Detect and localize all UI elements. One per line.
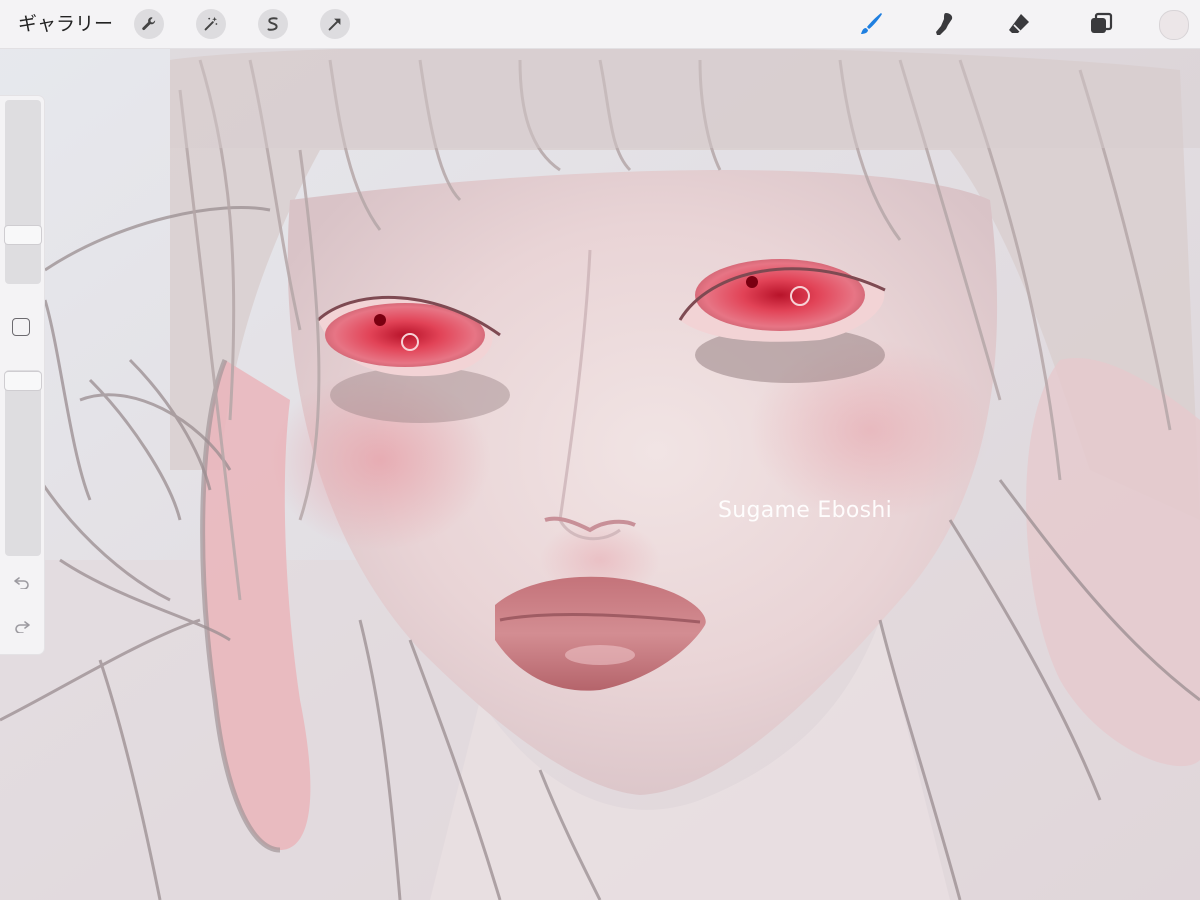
left-sidebar — [0, 96, 44, 654]
undo-arrow-icon — [14, 577, 29, 589]
opacity-slider[interactable] — [5, 370, 41, 556]
smudge-tool-button[interactable] — [930, 9, 960, 39]
eraser-icon — [1009, 14, 1029, 33]
layers-icon — [1091, 12, 1113, 33]
transform-button[interactable] — [320, 9, 350, 39]
artist-watermark: Sugame Eboshi — [718, 498, 893, 523]
arrow-cursor-icon — [328, 18, 341, 31]
brush-size-handle[interactable] — [5, 226, 41, 244]
gallery-button[interactable]: ギャラリー — [18, 11, 113, 37]
selection-button[interactable] — [258, 9, 288, 39]
top-toolbar: ギャラリー — [0, 0, 1200, 49]
redo-arrow-icon — [15, 621, 30, 633]
brush-tool-button[interactable] — [856, 9, 886, 39]
undo-button[interactable] — [10, 572, 34, 592]
brush-size-slider[interactable] — [5, 100, 41, 284]
color-picker-button[interactable] — [1159, 10, 1189, 40]
layers-button[interactable] — [1086, 9, 1116, 39]
eraser-tool-button[interactable] — [1004, 9, 1034, 39]
artwork — [0, 0, 1200, 900]
opacity-handle[interactable] — [5, 372, 41, 390]
modify-square-icon[interactable] — [12, 318, 30, 336]
brush-icon — [861, 13, 882, 34]
selection-s-icon — [267, 17, 278, 31]
redo-button[interactable] — [10, 616, 34, 636]
wrench-icon — [142, 17, 156, 31]
drawing-canvas[interactable]: Sugame Eboshi — [0, 0, 1200, 900]
smudge-finger-icon — [936, 13, 953, 35]
adjustments-button[interactable] — [196, 9, 226, 39]
magic-wand-icon — [204, 16, 218, 31]
actions-button[interactable] — [134, 9, 164, 39]
